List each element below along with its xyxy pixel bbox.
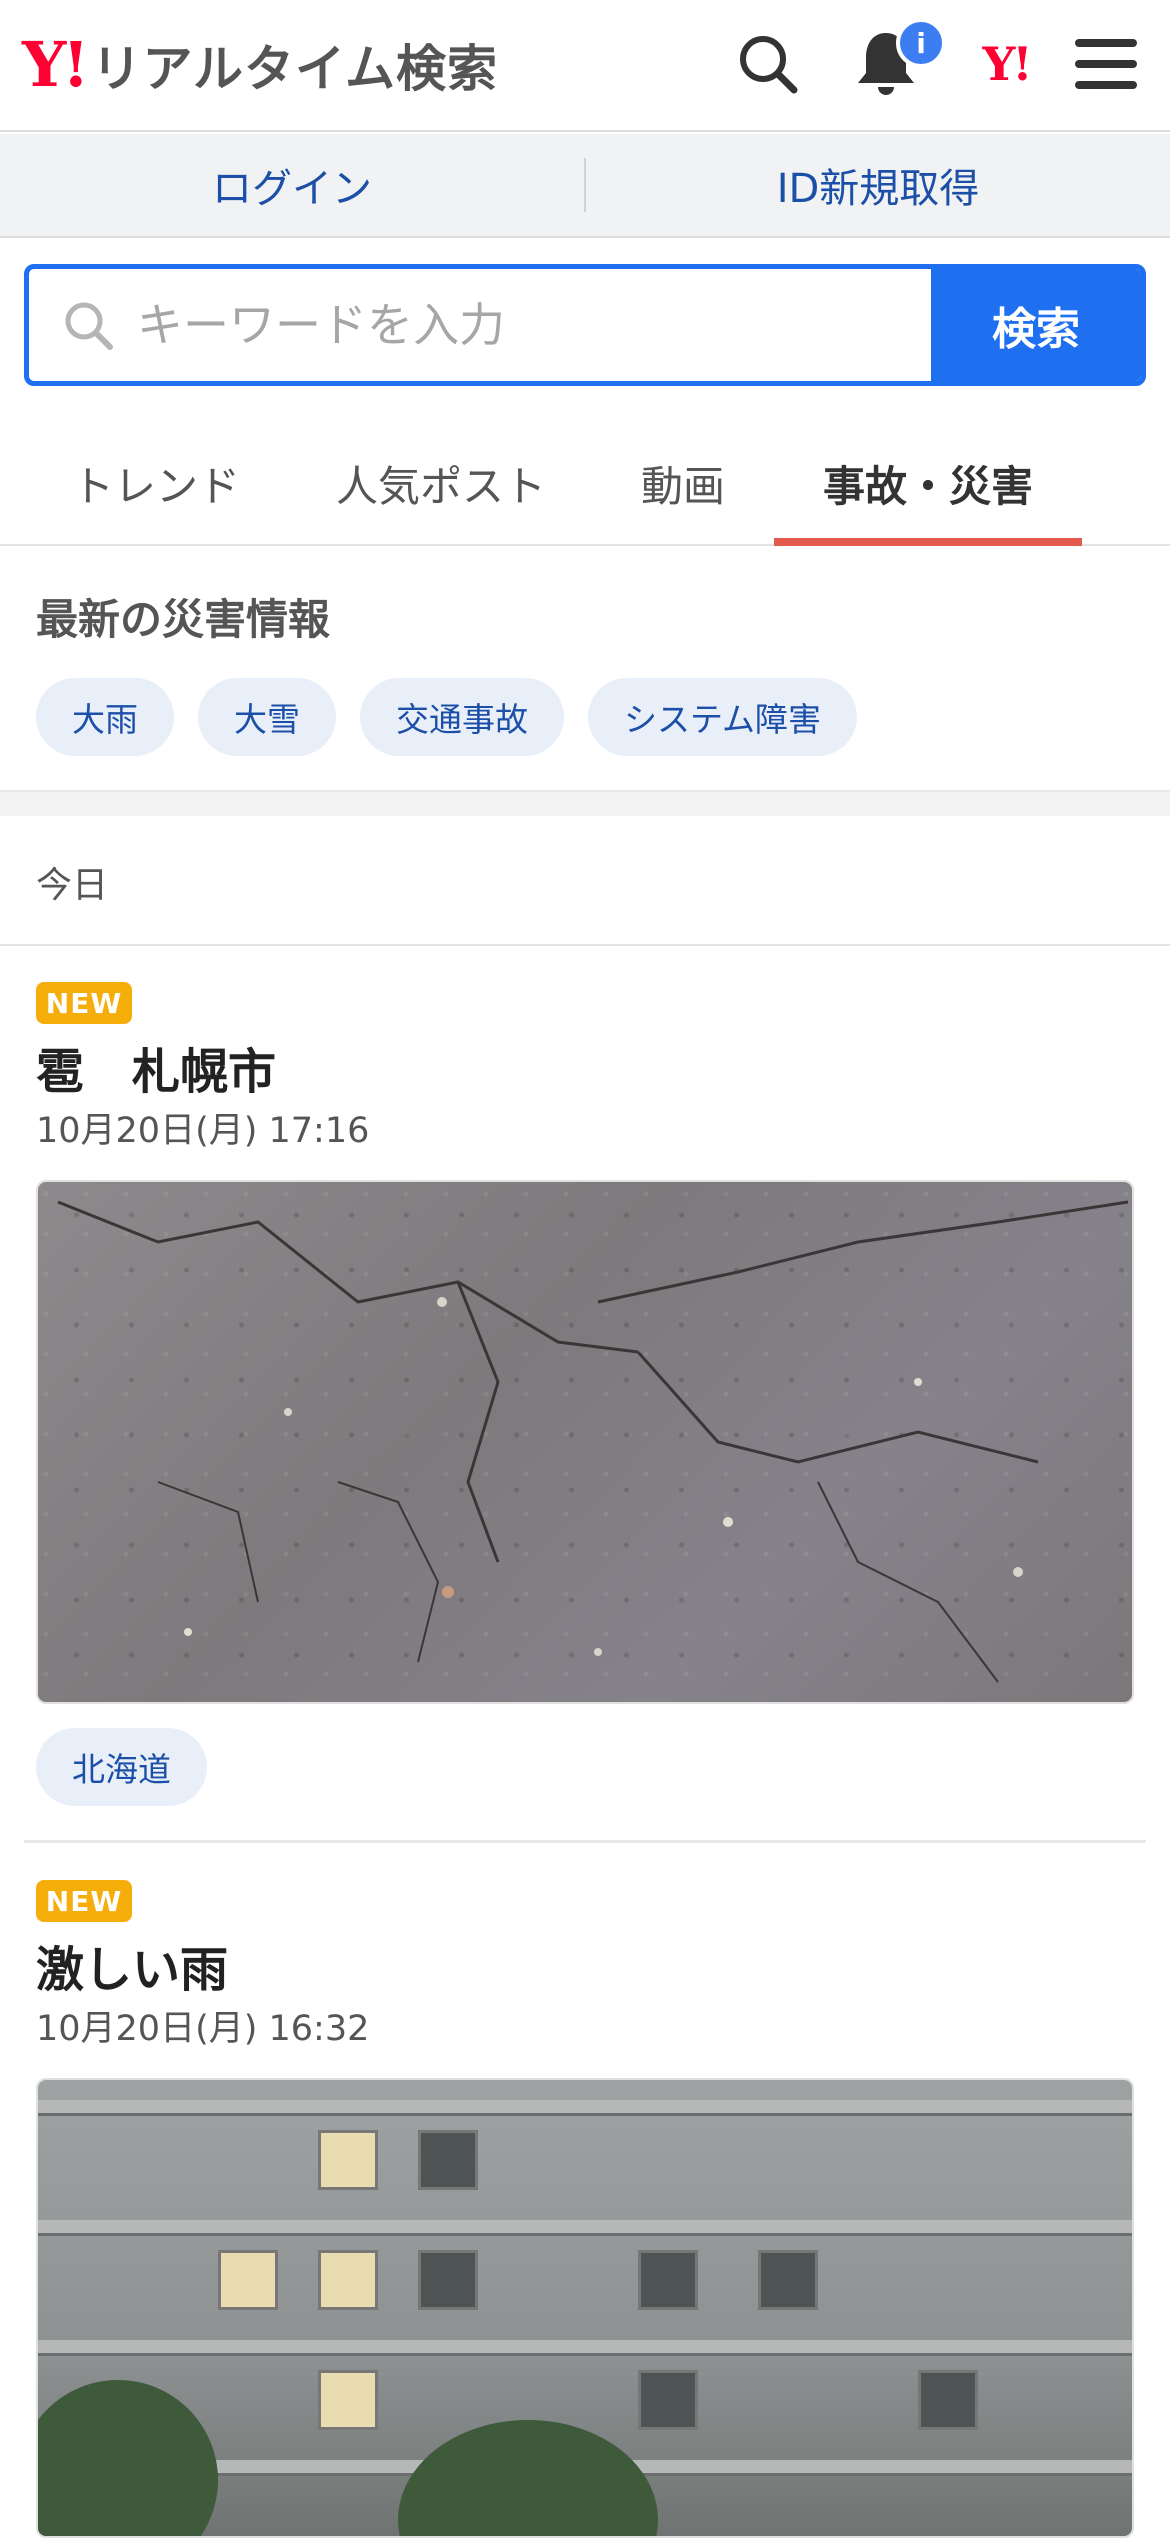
- disaster-info-section: 最新の災害情報 大雨 大雪 交通事故 システム障害: [0, 548, 1170, 790]
- window: [638, 2250, 698, 2310]
- window: [318, 2130, 378, 2190]
- yahoo-realtime-logo[interactable]: Y! リアルタイム検索: [22, 30, 498, 100]
- post-separator: [24, 1840, 1146, 1843]
- rainy-building-photo: [38, 2080, 1132, 2536]
- chip-heavy-snow[interactable]: 大雪: [198, 678, 336, 756]
- hamburger-menu-icon[interactable]: [1066, 24, 1146, 104]
- window: [218, 2250, 278, 2310]
- account-bar: ログイン ID新規取得: [0, 134, 1170, 238]
- post-timestamp: 10月20日(月) 17:16: [36, 1111, 370, 1151]
- window: [418, 2250, 478, 2310]
- chip-traffic-accident[interactable]: 交通事故: [360, 678, 564, 756]
- login-link[interactable]: ログイン: [0, 156, 584, 214]
- asphalt-photo: [38, 1182, 1132, 1702]
- category-tabs: トレンド 人気ポスト 動画 事故・災害: [0, 420, 1170, 546]
- tab-video[interactable]: 動画: [618, 420, 748, 546]
- post-image[interactable]: [36, 2078, 1134, 2538]
- window: [318, 2370, 378, 2430]
- search-icon[interactable]: [728, 24, 808, 104]
- yahoo-mark-text: Y!: [982, 37, 1032, 91]
- building-floor: [38, 2100, 1132, 2116]
- tab-accident-disaster[interactable]: 事故・災害: [774, 420, 1082, 546]
- post-title: 激しい雨: [36, 1942, 229, 1998]
- feed-post[interactable]: NEW 激しい雨 10月20日(月) 16:32: [0, 1844, 1170, 2538]
- logo-title: リアルタイム検索: [91, 40, 498, 98]
- new-badge: NEW: [36, 982, 132, 1024]
- section-divider: [0, 790, 1170, 816]
- new-badge: NEW: [36, 1880, 132, 1922]
- search-field-wrapper: [29, 269, 931, 381]
- post-title: 雹 札幌市: [36, 1044, 277, 1100]
- building-floor: [38, 2340, 1132, 2356]
- window: [318, 2250, 378, 2310]
- search-field-icon: [65, 302, 113, 350]
- hail-on-asphalt-image: [57, 1200, 1129, 1683]
- tab-trend[interactable]: トレンド: [40, 420, 272, 546]
- post-timestamp: 10月20日(月) 16:32: [36, 2009, 370, 2049]
- chip-heavy-rain[interactable]: 大雨: [36, 678, 174, 756]
- register-link[interactable]: ID新規取得: [586, 156, 1170, 214]
- tree: [398, 2420, 658, 2536]
- window: [638, 2370, 698, 2430]
- yahoo-logo-mark: Y!: [22, 28, 90, 101]
- tree: [38, 2380, 218, 2536]
- window: [418, 2130, 478, 2190]
- search-button[interactable]: 検索: [931, 269, 1141, 381]
- disaster-chips: 大雨 大雪 交通事故 システム障害: [36, 678, 858, 756]
- day-header: 今日: [0, 816, 1170, 946]
- disaster-info-title: 最新の災害情報: [36, 595, 331, 644]
- feed-post[interactable]: NEW 雹 札幌市 10月20日(月) 17:16 北海道: [0, 946, 1170, 1844]
- chip-system-outage[interactable]: システム障害: [588, 678, 858, 756]
- building-floor: [38, 2220, 1132, 2236]
- yahoo-japan-icon[interactable]: Y!: [966, 24, 1046, 104]
- window: [918, 2370, 978, 2430]
- region-chip-hokkaido[interactable]: 北海道: [36, 1728, 207, 1806]
- window: [758, 2250, 818, 2310]
- day-label: 今日: [36, 865, 109, 906]
- search-input[interactable]: [137, 298, 837, 352]
- post-image[interactable]: [36, 1180, 1134, 1704]
- notification-badge: i: [896, 18, 946, 68]
- search-form: 検索: [24, 264, 1146, 386]
- app-header: Y! リアルタイム検索 i Y!: [0, 0, 1170, 132]
- tab-popular-posts[interactable]: 人気ポスト: [318, 420, 564, 546]
